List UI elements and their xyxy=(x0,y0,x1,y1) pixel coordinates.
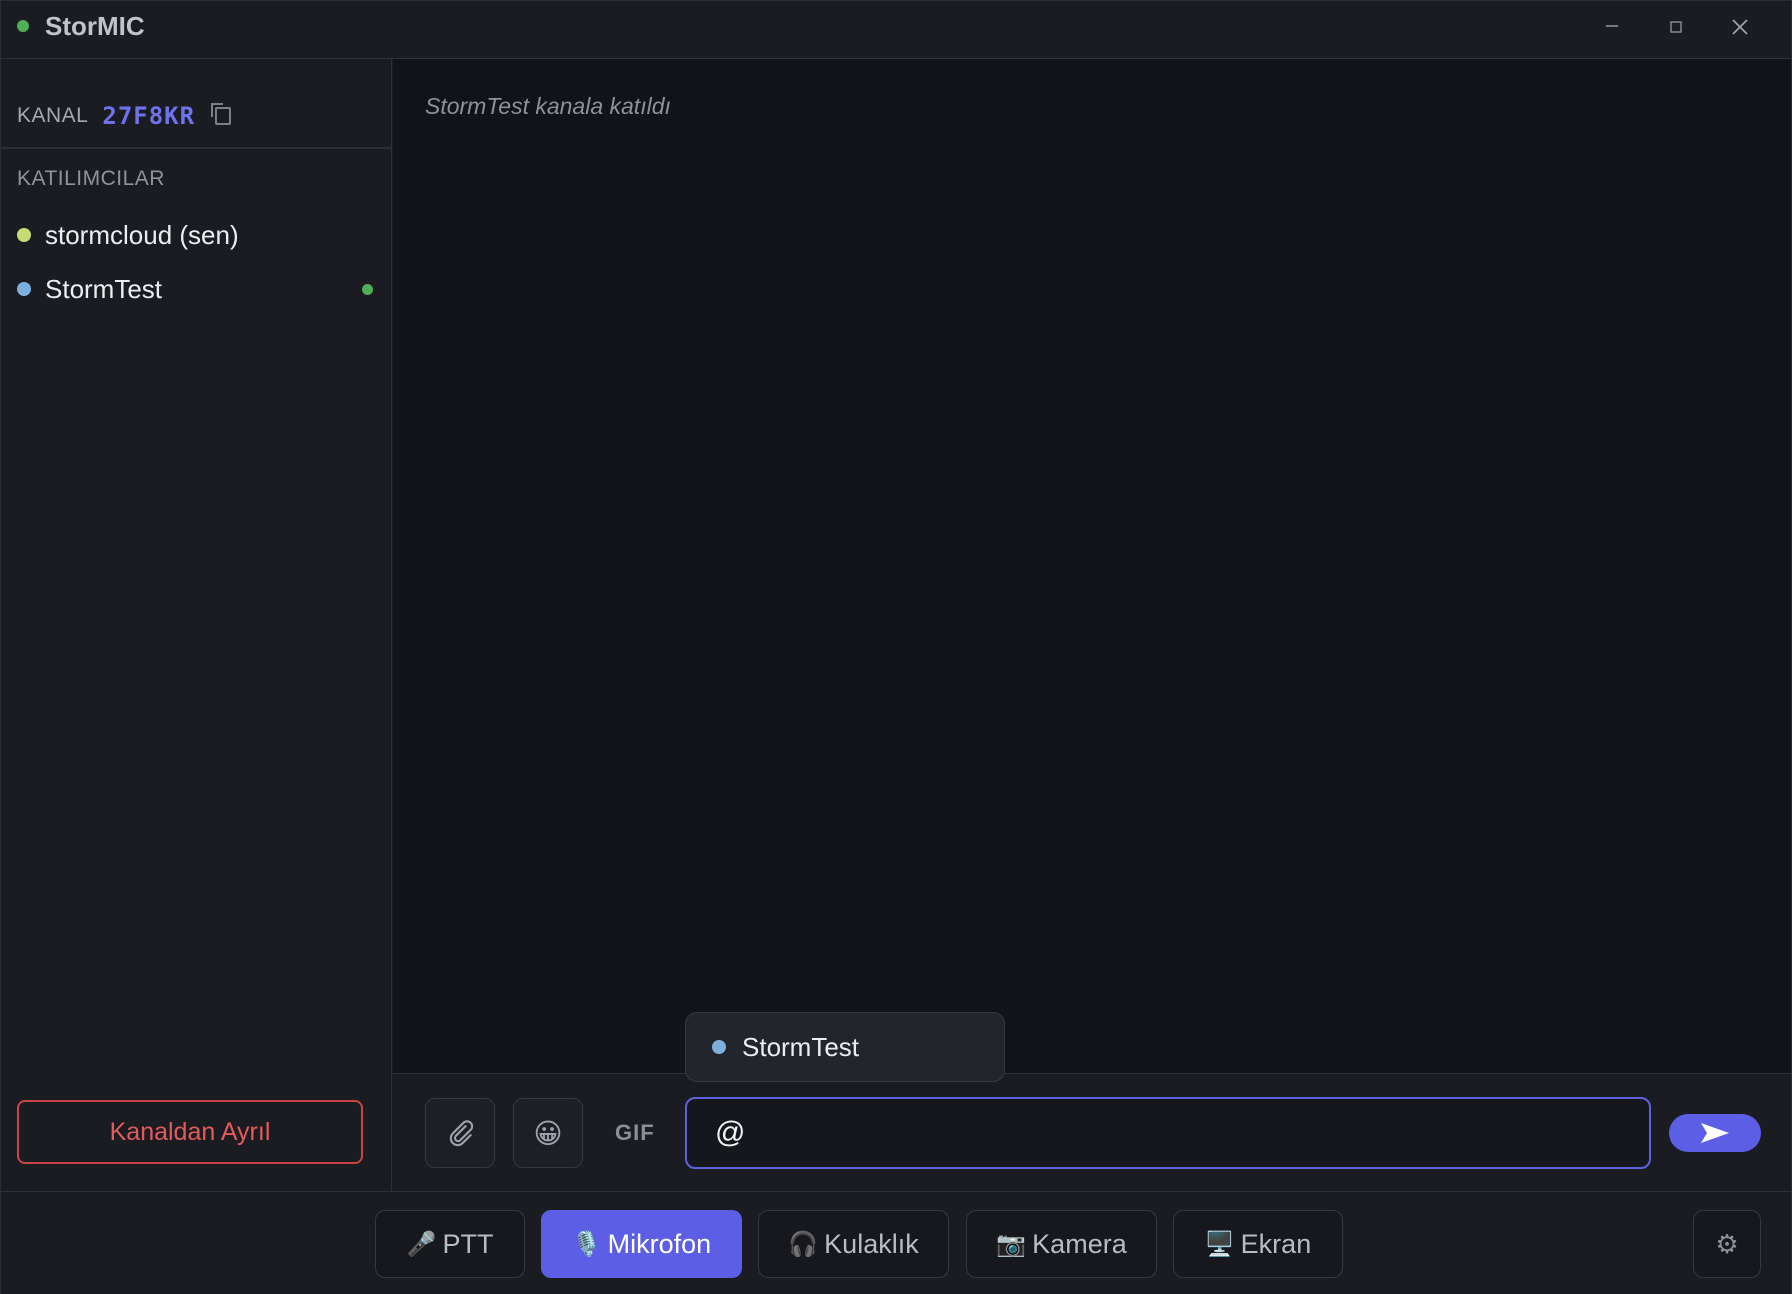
send-button[interactable] xyxy=(1669,1114,1761,1152)
camera-label: Kamera xyxy=(1032,1228,1127,1259)
leave-channel-button[interactable]: Kanaldan Ayrıl xyxy=(17,1100,363,1164)
sidebar-divider xyxy=(1,147,391,149)
screen-share-label: Ekran xyxy=(1240,1228,1312,1259)
gif-button[interactable]: GIF xyxy=(615,1120,655,1146)
headphones-button[interactable]: 🎧 Kulaklık xyxy=(758,1210,949,1278)
mention-color-dot xyxy=(712,1040,726,1054)
headphones-label: Kulaklık xyxy=(824,1228,919,1259)
microphone-button[interactable]: 🎙️ Mikrofon xyxy=(541,1210,742,1278)
monitor-icon: 🖥️ xyxy=(1204,1230,1235,1258)
paperclip-icon xyxy=(449,1120,474,1147)
speaking-indicator xyxy=(362,283,373,295)
minimize-button[interactable] xyxy=(1587,7,1637,47)
studio-microphone-icon: 🎙️ xyxy=(571,1230,602,1258)
participant-item[interactable]: StormTest xyxy=(17,269,373,309)
close-button[interactable] xyxy=(1715,7,1765,47)
app-window: StorMIC KANAL 27F8KR KATILIMCILAR stormc… xyxy=(0,0,1792,1294)
message-composer: 😀 GIF xyxy=(393,1073,1791,1192)
participant-name: StormTest xyxy=(45,273,163,304)
maximize-button[interactable] xyxy=(1651,7,1701,47)
emoji-button[interactable]: 😀 xyxy=(513,1098,583,1168)
participant-color-dot xyxy=(17,228,31,242)
camera-button[interactable]: 📷 Kamera xyxy=(966,1210,1157,1278)
attach-button[interactable] xyxy=(425,1098,495,1168)
titlebar: StorMIC xyxy=(1,1,1791,59)
maximize-icon xyxy=(1670,21,1682,33)
camera-icon: 📷 xyxy=(996,1230,1027,1258)
system-message: StormTest kanala katıldı xyxy=(425,93,671,119)
close-icon xyxy=(1732,19,1748,35)
minimize-icon xyxy=(1606,25,1618,27)
chat-messages: StormTest kanala katıldı xyxy=(393,59,1791,1073)
gear-icon: ⚙ xyxy=(1715,1228,1739,1259)
participant-color-dot xyxy=(17,282,31,296)
mention-name: StormTest xyxy=(742,1031,860,1062)
participants-heading: KATILIMCILAR xyxy=(17,167,165,190)
channel-info: KANAL 27F8KR xyxy=(17,99,232,133)
channel-label: KANAL xyxy=(17,104,89,127)
ptt-label: PTT xyxy=(442,1228,494,1259)
copy-icon[interactable] xyxy=(211,103,232,125)
ptt-button[interactable]: 🎤 PTT xyxy=(375,1210,525,1278)
send-icon xyxy=(1701,1123,1729,1143)
message-input[interactable] xyxy=(685,1097,1651,1169)
microphone-icon: 🎤 xyxy=(406,1230,437,1258)
connection-status-dot xyxy=(17,20,29,32)
app-title: StorMIC xyxy=(45,11,145,41)
channel-code[interactable]: 27F8KR xyxy=(102,102,195,130)
headphones-icon: 🎧 xyxy=(788,1230,819,1258)
controls-bar: 🎤 PTT 🎙️ Mikrofon 🎧 Kulaklık 📷 Kamera 🖥️… xyxy=(1,1191,1791,1294)
settings-button[interactable]: ⚙ xyxy=(1693,1210,1761,1278)
screen-share-button[interactable]: 🖥️ Ekran xyxy=(1173,1210,1343,1278)
participant-item[interactable]: stormcloud (sen) xyxy=(17,215,373,255)
microphone-label: Mikrofon xyxy=(607,1228,712,1259)
sidebar: KANAL 27F8KR KATILIMCILAR stormcloud (se… xyxy=(1,59,392,1191)
mention-suggestion[interactable]: StormTest xyxy=(685,1012,1005,1082)
participant-name: stormcloud (sen) xyxy=(45,219,239,250)
emoji-icon: 😀 xyxy=(533,1117,563,1149)
